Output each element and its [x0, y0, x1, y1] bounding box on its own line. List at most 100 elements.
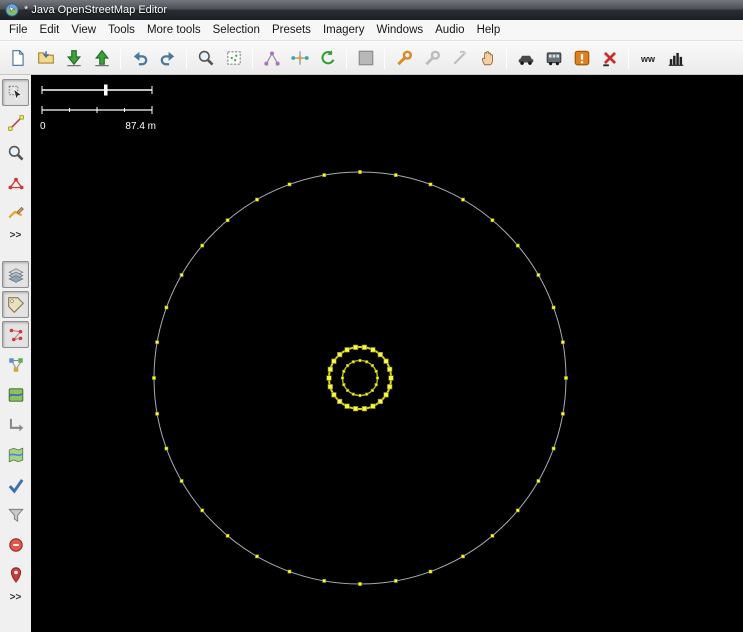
map-node[interactable] [551, 446, 556, 451]
map-node[interactable] [387, 384, 393, 390]
map-node[interactable] [344, 403, 350, 409]
outer-circle-way[interactable] [153, 171, 567, 585]
map-node[interactable] [352, 344, 359, 350]
map-node[interactable] [515, 243, 520, 248]
select-tool-button[interactable] [2, 79, 29, 106]
menu-tools[interactable]: Tools [102, 21, 141, 39]
map-node[interactable] [393, 578, 398, 583]
histogram-button[interactable] [662, 44, 689, 71]
dialog-overflow-toggle[interactable]: >> [10, 591, 22, 604]
map-node[interactable] [387, 366, 393, 372]
map-node[interactable] [361, 406, 368, 412]
map-node[interactable] [393, 173, 398, 178]
tags-dialog-button[interactable] [2, 291, 29, 318]
map-node[interactable] [365, 360, 369, 364]
map-node[interactable] [428, 569, 433, 574]
map-node[interactable] [461, 197, 465, 202]
map-node[interactable] [358, 582, 362, 586]
menu-presets[interactable]: Presets [266, 21, 317, 39]
redo-button[interactable] [154, 44, 181, 71]
menu-file[interactable]: File [3, 21, 34, 39]
map-node[interactable] [388, 375, 394, 381]
map-node[interactable] [337, 351, 343, 358]
map-node[interactable] [370, 347, 376, 353]
split-way-button[interactable] [286, 44, 313, 71]
map-node[interactable] [560, 411, 565, 416]
map-node[interactable] [490, 218, 495, 223]
map-node[interactable] [370, 363, 375, 368]
menu-selection[interactable]: Selection [207, 21, 266, 39]
map-node[interactable] [327, 384, 333, 390]
map-node[interactable] [374, 369, 378, 373]
map-node[interactable] [326, 375, 332, 381]
map-node[interactable] [377, 351, 383, 358]
map-node[interactable] [374, 383, 378, 387]
map-node[interactable] [560, 340, 565, 345]
map-node[interactable] [351, 392, 355, 396]
map-node[interactable] [358, 393, 362, 398]
map-node[interactable] [164, 446, 169, 451]
pan-button[interactable] [474, 44, 501, 71]
delete-nodes-tool-button[interactable] [2, 169, 29, 196]
delete-button[interactable] [596, 44, 623, 71]
zoom-slider[interactable] [40, 83, 165, 97]
map-node[interactable] [490, 533, 495, 538]
zoom-slider-thumb[interactable] [104, 84, 108, 96]
window-titlebar[interactable]: * Java OpenStreetMap Editor [0, 0, 743, 20]
map-node[interactable] [331, 392, 337, 398]
map-node[interactable] [352, 406, 359, 412]
map-node[interactable] [155, 411, 160, 416]
validator-dialog-button[interactable] [2, 471, 29, 498]
map-node[interactable] [322, 173, 327, 178]
map-node[interactable] [179, 273, 184, 277]
upload-data-button[interactable] [88, 44, 115, 71]
menu-help[interactable]: Help [471, 21, 507, 39]
zoom-tool-button[interactable] [2, 139, 29, 166]
zoom-to-selection-button[interactable] [192, 44, 219, 71]
map-node[interactable] [345, 363, 350, 368]
map-canvas[interactable] [31, 75, 743, 632]
map-node[interactable] [331, 358, 337, 364]
map-node[interactable] [344, 347, 350, 353]
map-node[interactable] [536, 479, 541, 483]
filter-dialog-button[interactable] [2, 501, 29, 528]
draw-nodes-tool-button[interactable] [2, 109, 29, 136]
new-layer-button[interactable] [4, 44, 31, 71]
validation-warning-button[interactable] [568, 44, 595, 71]
map-node[interactable] [345, 388, 350, 393]
map-node[interactable] [515, 508, 520, 513]
menu-windows[interactable]: Windows [370, 21, 429, 39]
map-node[interactable] [383, 392, 389, 398]
imagery-dialog-button[interactable] [2, 441, 29, 468]
map-node[interactable] [255, 197, 259, 202]
map-node[interactable] [225, 533, 230, 538]
preferences-disabled-button[interactable] [418, 44, 445, 71]
map-node[interactable] [342, 369, 346, 373]
map-node[interactable] [179, 479, 184, 483]
map-node[interactable] [377, 398, 383, 405]
merge-way-button[interactable] [258, 44, 285, 71]
map-node[interactable] [337, 398, 343, 405]
map-node[interactable] [287, 182, 292, 187]
map-node[interactable] [428, 182, 433, 187]
bus-preset-button[interactable] [540, 44, 567, 71]
download-data-button[interactable] [60, 44, 87, 71]
open-file-button[interactable] [32, 44, 59, 71]
markers-dialog-button[interactable] [2, 561, 29, 588]
map-node[interactable] [152, 376, 156, 380]
command-stack-dialog-button[interactable] [2, 411, 29, 438]
selection-dialog-button[interactable] [2, 321, 29, 348]
map-node[interactable] [255, 554, 259, 559]
map-node[interactable] [461, 554, 465, 559]
map-node[interactable] [361, 344, 368, 350]
map-node[interactable] [358, 358, 362, 363]
notes-dialog-button[interactable] [2, 531, 29, 558]
map-node[interactable] [365, 392, 369, 396]
menu-view[interactable]: View [65, 21, 102, 39]
car-preset-button[interactable] [512, 44, 539, 71]
download-area-button[interactable] [220, 44, 247, 71]
mode-overflow-toggle[interactable]: >> [10, 229, 22, 242]
waypoints-button[interactable]: ww [634, 44, 661, 71]
map-node[interactable] [536, 273, 541, 277]
map-node[interactable] [327, 366, 333, 372]
